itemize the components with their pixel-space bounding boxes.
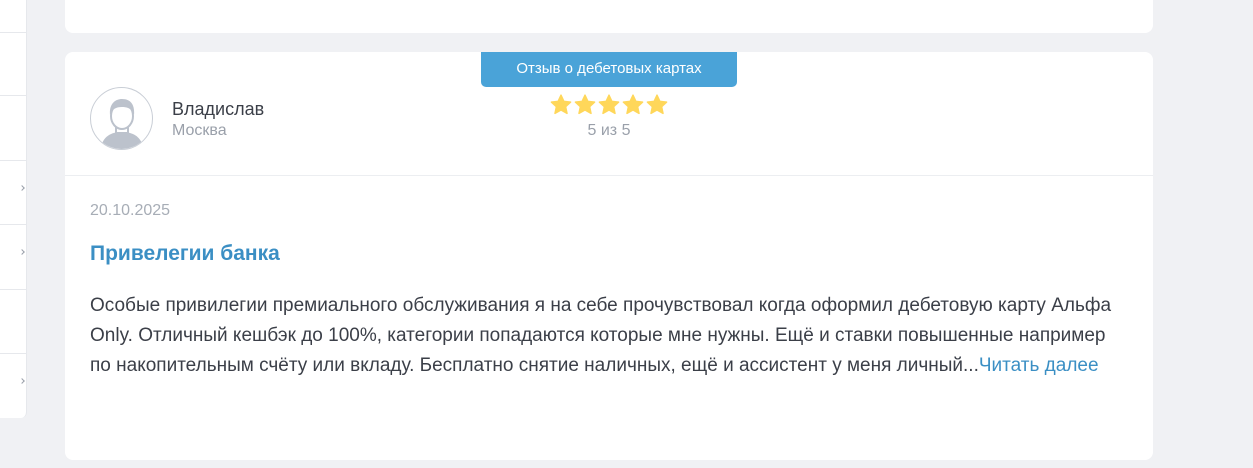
sidebar-divider (0, 289, 27, 290)
review-category-badge[interactable]: Отзыв о дебетовых картах (481, 52, 737, 87)
review-card: Отзыв о дебетовых картах Владислав Москв… (65, 52, 1153, 460)
previous-review-card (65, 0, 1153, 33)
sidebar-menu (0, 0, 27, 418)
read-more-link[interactable]: Читать далее (979, 355, 1099, 376)
user-avatar-icon (90, 87, 153, 150)
sidebar-divider (0, 160, 27, 161)
review-rating: 5 из 5 (547, 93, 671, 140)
star-icon (574, 94, 596, 115)
card-divider (65, 175, 1153, 176)
user-silhouette-icon (99, 99, 144, 149)
review-author: Владислав Москва (90, 87, 264, 150)
author-info: Владислав Москва (172, 97, 264, 141)
sidebar-divider (0, 95, 27, 96)
sidebar-divider (0, 353, 27, 354)
sidebar-divider (0, 32, 27, 33)
review-title[interactable]: Привелегии банка (90, 242, 280, 266)
rating-text: 5 из 5 (587, 122, 631, 139)
page: Отзыв о дебетовых картах Владислав Москв… (0, 0, 1253, 468)
rating-stars (547, 93, 671, 117)
chevron-right-icon[interactable] (19, 249, 25, 255)
review-body-text: Особые привилегии премиального обслужива… (90, 295, 1112, 376)
chevron-right-icon[interactable] (19, 378, 25, 384)
star-icon (598, 94, 620, 115)
star-icon (646, 94, 668, 115)
review-body: Особые привилегии премиального обслужива… (90, 291, 1120, 381)
sidebar-divider (0, 224, 27, 225)
chevron-right-icon[interactable] (19, 185, 25, 191)
star-icon (622, 94, 644, 115)
author-city: Москва (172, 121, 227, 139)
author-name: Владислав (172, 98, 265, 119)
star-icon (550, 94, 572, 115)
review-date: 20.10.2025 (90, 202, 171, 219)
